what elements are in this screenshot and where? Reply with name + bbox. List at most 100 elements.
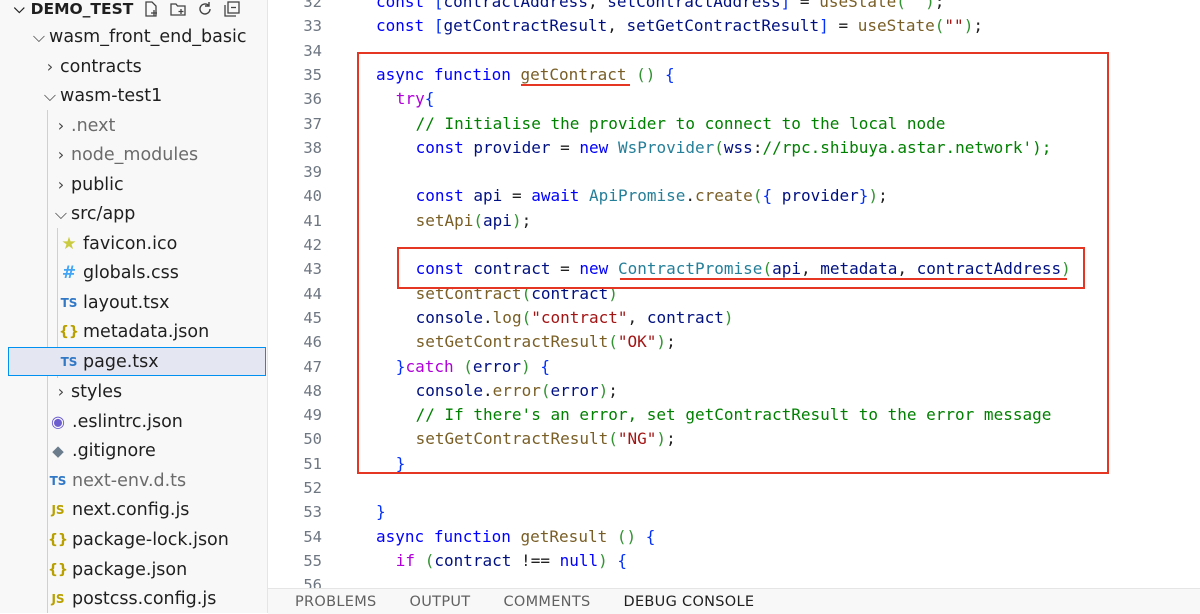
code-editor[interactable]: 32 33 34 35 36 37 38 39 40 41 42 43 44 45 46 47 48 49 50 51…: [268, 0, 1200, 588]
chevron-right-icon: ›: [57, 382, 65, 401]
code-line[interactable]: setApi(api);: [416, 209, 532, 233]
tree-file-next-env[interactable]: TS next-env.d.ts: [0, 466, 267, 495]
code-line[interactable]: const [contractAddress, setContractAddre…: [376, 0, 944, 14]
typescript-icon: TS: [60, 295, 78, 310]
tree-folder-public[interactable]: › public: [0, 170, 267, 199]
code-line[interactable]: if (contract !== null) {: [396, 549, 627, 573]
line-number: 42: [303, 236, 322, 254]
typescript-icon: TS: [60, 354, 78, 369]
star-icon: ★: [61, 233, 77, 254]
code-line[interactable]: const api = await ApiPromise.create({ pr…: [416, 184, 888, 208]
code-line[interactable]: console.log("contract", contract): [416, 306, 734, 330]
tree-folder-node-modules[interactable]: › node_modules: [0, 140, 267, 169]
code-line[interactable]: }catch (error) {: [396, 355, 550, 379]
tab-debug-console[interactable]: DEBUG CONSOLE: [623, 594, 754, 610]
code-line[interactable]: setGetContractResult("NG");: [416, 427, 676, 451]
line-number: 35: [303, 65, 322, 84]
tree-item-label: src/app: [71, 203, 136, 224]
code-line[interactable]: }: [376, 500, 386, 524]
tree-folder-contracts[interactable]: › contracts: [0, 52, 267, 81]
tree-file-package-json[interactable]: {} package.json: [0, 555, 267, 584]
json-icon: {}: [59, 323, 79, 340]
tree-item-label: node_modules: [71, 144, 199, 165]
tree-item-label: page.tsx: [83, 351, 159, 372]
git-icon: ◆: [52, 441, 64, 460]
tree-file-next-config[interactable]: JS next.config.js: [0, 495, 267, 524]
tree-item-label: layout.tsx: [83, 292, 170, 313]
chevron-right-icon: ›: [46, 57, 54, 76]
line-number: 50: [303, 430, 322, 449]
line-number: 36: [303, 90, 322, 109]
section-title: DEMO_TEST: [30, 0, 134, 18]
tree-folder-next[interactable]: › .next: [0, 111, 267, 140]
tab-problems[interactable]: PROBLEMS: [295, 594, 377, 610]
new-file-icon[interactable]: [142, 0, 160, 18]
json-icon: {}: [48, 561, 68, 578]
tree-file-globals-css[interactable]: # globals.css: [0, 258, 267, 287]
tree-item-label: next.config.js: [72, 499, 190, 520]
tree-item-label: contracts: [60, 56, 142, 77]
chevron-down-icon: ⌵: [32, 26, 46, 46]
line-number: 40: [303, 187, 322, 206]
refresh-icon[interactable]: [196, 0, 214, 18]
line-number: 33: [303, 17, 322, 36]
chevron-down-icon: ⌵: [14, 1, 25, 17]
code-line[interactable]: const [getContractResult, setGetContract…: [376, 14, 983, 38]
tree-file-layout-tsx[interactable]: TS layout.tsx: [0, 288, 267, 317]
line-number: 41: [303, 211, 322, 230]
line-number: 44: [303, 284, 322, 303]
code-line[interactable]: // Initialise the provider to connect to…: [416, 112, 946, 136]
tree-file-metadata-json[interactable]: {} metadata.json: [0, 317, 267, 346]
tree-file-favicon[interactable]: ★ favicon.ico: [0, 229, 267, 258]
line-number: 45: [303, 308, 322, 327]
explorer-sidebar: ⌵ DEMO_TEST ⌵ wasm_front_end_basic › con…: [0, 0, 268, 613]
code-line[interactable]: async function getResult () {: [376, 525, 655, 549]
tree-folder-styles[interactable]: › styles: [0, 377, 267, 406]
line-number: 46: [303, 333, 322, 352]
tree-item-label: postcss.config.js: [72, 588, 217, 609]
code-line[interactable]: // If there's an error, set getContractR…: [416, 403, 1052, 427]
tree-item-label: next-env.d.ts: [72, 470, 187, 491]
line-number: 34: [303, 41, 322, 60]
javascript-icon: JS: [51, 591, 65, 606]
line-number: 56: [303, 576, 322, 588]
tree-folder-wasm-front-end-basic[interactable]: ⌵ wasm_front_end_basic: [0, 22, 267, 51]
new-folder-icon[interactable]: [169, 0, 187, 18]
tree-file-gitignore[interactable]: ◆ .gitignore: [0, 436, 267, 465]
line-number: 53: [303, 503, 322, 522]
code-line[interactable]: }: [396, 452, 406, 476]
code-line[interactable]: setContract(contract): [416, 282, 618, 306]
tree-item-label: .gitignore: [72, 440, 156, 461]
tree-file-postcss-config[interactable]: JS postcss.config.js: [0, 584, 267, 613]
json-icon: {}: [48, 531, 68, 548]
line-number: 38: [303, 138, 322, 157]
code-line[interactable]: const provider = new WsProvider(wss://rp…: [416, 136, 1052, 160]
explorer-actions: [142, 0, 241, 22]
chevron-right-icon: ›: [57, 145, 65, 164]
tree-file-eslintrc[interactable]: ◉ .eslintrc.json: [0, 407, 267, 436]
collapse-all-icon[interactable]: [223, 0, 241, 18]
chevron-right-icon: ›: [57, 116, 65, 135]
line-number: 43: [303, 260, 322, 279]
annotation-underline-getcontract: [521, 84, 630, 86]
tab-output[interactable]: OUTPUT: [410, 594, 471, 610]
tab-comments[interactable]: COMMENTS: [503, 594, 590, 610]
bottom-panel: PROBLEMS OUTPUT COMMENTS DEBUG CONSOLE: [268, 588, 1200, 614]
tree-folder-src-app[interactable]: ⌵ src/app: [0, 199, 267, 228]
tree-item-label: package.json: [72, 559, 188, 580]
annotation-underline-contract-promise: [620, 278, 1067, 280]
tree-item-label: metadata.json: [83, 321, 210, 342]
hash-icon: #: [61, 262, 77, 283]
tree-item-label: styles: [71, 381, 123, 402]
tree-item-label: wasm-test1: [60, 85, 163, 106]
tree-item-label: favicon.ico: [83, 233, 178, 254]
line-number: 37: [303, 114, 322, 133]
line-number: 49: [303, 406, 322, 425]
code-line[interactable]: console.error(error);: [416, 379, 618, 403]
tree-file-package-lock[interactable]: {} package-lock.json: [0, 525, 267, 554]
tree-folder-wasm-test1[interactable]: ⌵ wasm-test1: [0, 81, 267, 110]
explorer-section-header[interactable]: ⌵ DEMO_TEST: [0, 0, 133, 22]
code-line[interactable]: try{: [396, 87, 435, 111]
code-line[interactable]: setGetContractResult("OK");: [416, 330, 676, 354]
tree-file-page-tsx[interactable]: TS page.tsx: [8, 347, 266, 376]
